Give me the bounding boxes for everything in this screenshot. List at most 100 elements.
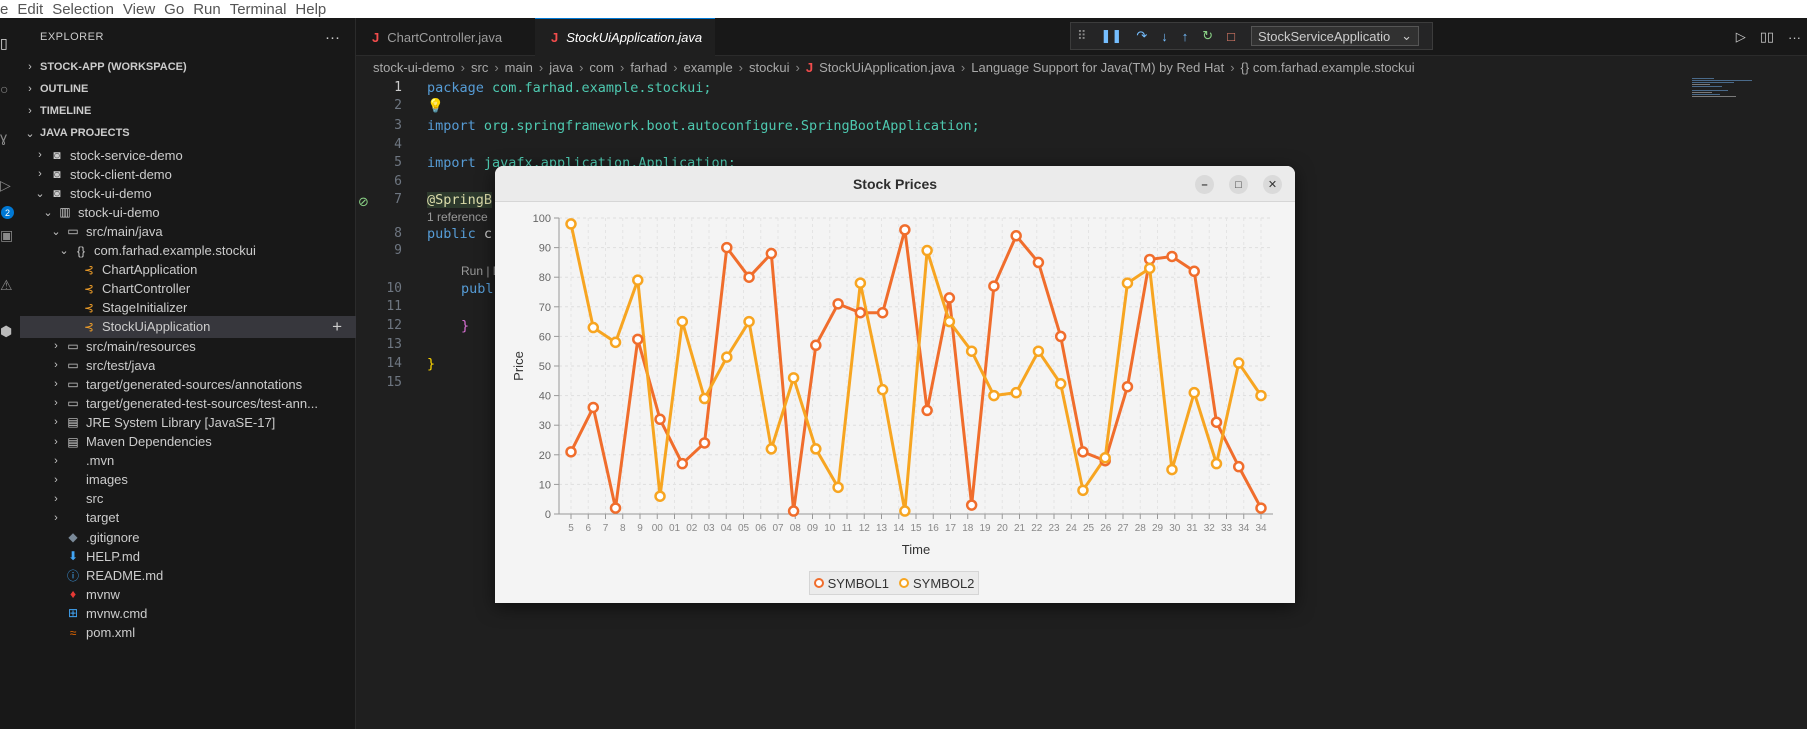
no-breakpoint-icon[interactable]: ⊘ bbox=[358, 194, 369, 210]
codelens-references[interactable]: 1 reference bbox=[427, 210, 488, 224]
files-icon[interactable]: ▯ bbox=[0, 34, 14, 52]
section-timeline[interactable]: › TIMELINE bbox=[20, 100, 356, 122]
data-point bbox=[1099, 452, 1111, 464]
testing-icon[interactable]: ⚠ bbox=[0, 276, 14, 294]
section-outline[interactable]: › OUTLINE bbox=[20, 78, 356, 100]
drag-handle-icon[interactable]: ⠿ bbox=[1077, 28, 1087, 44]
breadcrumb-item[interactable]: src bbox=[471, 60, 488, 75]
line-number: 15 bbox=[386, 375, 402, 390]
menu-selection[interactable]: Selection bbox=[52, 1, 114, 18]
window-titlebar[interactable]: Stock Prices – □ ✕ bbox=[495, 166, 1295, 202]
keyword: publ bbox=[461, 281, 494, 297]
breadcrumb-item[interactable]: StockUiApplication.java bbox=[819, 60, 955, 75]
breadcrumb-item[interactable]: farhad bbox=[630, 60, 667, 75]
line-number: 11 bbox=[386, 299, 402, 314]
pause-icon[interactable]: ❚❚ bbox=[1101, 28, 1123, 44]
stop-icon[interactable]: □ bbox=[1227, 29, 1235, 44]
line-number: 9 bbox=[394, 243, 402, 258]
tab-chart-controller[interactable]: J ChartController.java bbox=[356, 18, 524, 56]
breadcrumb-item[interactable]: com bbox=[589, 60, 614, 75]
breadcrumb-item[interactable]: java bbox=[549, 60, 573, 75]
minimap[interactable] bbox=[1692, 78, 1807, 729]
legend-marker bbox=[899, 578, 909, 588]
chevron-right-icon[interactable]: › bbox=[48, 474, 64, 486]
data-point bbox=[765, 443, 778, 455]
chevron-down-icon[interactable]: ⌄ bbox=[32, 187, 48, 200]
y-tick-label: 60 bbox=[539, 331, 551, 343]
data-point bbox=[721, 241, 733, 254]
java-projects-icon[interactable]: ⬢ bbox=[0, 322, 14, 340]
section-workspace[interactable]: › STOCK-APP (WORKSPACE) bbox=[20, 56, 356, 78]
minimap-line bbox=[1692, 86, 1722, 87]
chevron-right-icon[interactable]: › bbox=[48, 359, 64, 371]
minimap-line bbox=[1692, 80, 1752, 81]
breadcrumb-item[interactable]: {} com.farhad.example.stockui bbox=[1241, 60, 1415, 75]
breadcrumb-item[interactable]: example bbox=[684, 60, 733, 75]
keyword: public bbox=[427, 226, 476, 242]
chevron-right-icon[interactable]: › bbox=[48, 397, 64, 409]
tree-item-label: StockUiApplication bbox=[102, 319, 211, 335]
chevron-right-icon[interactable]: › bbox=[48, 340, 64, 352]
section-java-projects[interactable]: ⌄ JAVA PROJECTS bbox=[20, 122, 356, 144]
more-actions-icon[interactable]: ··· bbox=[325, 29, 340, 46]
breadcrumb-item[interactable]: Language Support for Java(TM) by Red Hat bbox=[971, 60, 1224, 75]
chevron-right-icon[interactable]: › bbox=[48, 512, 64, 524]
y-tick-label: 100 bbox=[533, 213, 551, 225]
step-out-icon[interactable]: ↑ bbox=[1182, 29, 1189, 44]
chevron-down-icon[interactable]: ⌄ bbox=[40, 206, 56, 219]
step-over-icon[interactable]: ↷ bbox=[1136, 28, 1147, 44]
data-point bbox=[832, 481, 844, 494]
search-icon[interactable]: ○ bbox=[0, 80, 14, 98]
menu-go[interactable]: Go bbox=[164, 1, 184, 18]
chevron-down-icon: ⌄ bbox=[1401, 28, 1412, 43]
restart-icon[interactable]: ↻ bbox=[1202, 28, 1213, 44]
chevron-right-icon[interactable]: › bbox=[48, 455, 64, 467]
minimap-line bbox=[1692, 96, 1736, 97]
more-icon[interactable]: ··· bbox=[1788, 30, 1801, 45]
chevron-right-icon[interactable]: › bbox=[48, 493, 64, 505]
tree-item-label: stock-client-demo bbox=[70, 166, 172, 182]
data-point bbox=[943, 292, 956, 304]
x-tick-label: 19 bbox=[979, 523, 991, 534]
run-icon[interactable]: ▷ bbox=[1736, 29, 1746, 45]
menu-view[interactable]: View bbox=[123, 1, 155, 18]
menu-terminal[interactable]: Terminal bbox=[230, 1, 287, 18]
close-button[interactable]: ✕ bbox=[1263, 175, 1282, 194]
menu-file[interactable]: e bbox=[0, 1, 8, 18]
chevron-right-icon[interactable]: › bbox=[48, 416, 64, 428]
source-control-icon[interactable]: ɣ bbox=[0, 128, 14, 146]
x-tick-label: 16 bbox=[928, 523, 940, 534]
breadcrumb-item[interactable]: stock-ui-demo bbox=[373, 60, 455, 75]
maximize-button[interactable]: □ bbox=[1229, 175, 1248, 194]
debug-config-select[interactable]: StockServiceApplicatio ⌄ bbox=[1251, 26, 1419, 46]
minimize-button[interactable]: – bbox=[1195, 175, 1214, 194]
module-icon: ▥ bbox=[59, 205, 71, 220]
x-tick-label: 25 bbox=[1083, 523, 1095, 534]
chevron-right-icon[interactable]: › bbox=[32, 149, 48, 161]
git-icon: ◆ bbox=[68, 530, 78, 544]
data-point bbox=[1054, 378, 1067, 390]
menu-help[interactable]: Help bbox=[295, 1, 326, 18]
menu-run[interactable]: Run bbox=[193, 1, 221, 18]
minimap-line bbox=[1692, 92, 1712, 93]
line-number: 10 bbox=[386, 281, 402, 296]
split-editor-icon[interactable]: ▯▯ bbox=[1760, 29, 1774, 45]
package-icon: {} bbox=[76, 243, 85, 258]
step-into-icon[interactable]: ↓ bbox=[1161, 29, 1168, 44]
data-point bbox=[1121, 380, 1134, 393]
tree-item-label: src bbox=[86, 491, 104, 507]
chevron-down-icon[interactable]: ⌄ bbox=[56, 244, 72, 257]
lightbulb-icon[interactable]: 💡 bbox=[427, 98, 444, 114]
chevron-down-icon[interactable]: ⌄ bbox=[48, 225, 64, 238]
menu-edit[interactable]: Edit bbox=[17, 1, 43, 18]
breadcrumb-item[interactable]: main bbox=[505, 60, 533, 75]
chevron-right-icon[interactable]: › bbox=[48, 378, 64, 390]
extensions-icon[interactable]: ▣ bbox=[0, 226, 14, 244]
tree-item[interactable]: ≈ pom.xml bbox=[20, 622, 356, 644]
tab-stock-ui-application[interactable]: J StockUiApplication.java bbox=[535, 18, 715, 56]
run-debug-icon[interactable]: ▷ bbox=[0, 176, 14, 194]
breadcrumb-item[interactable]: stockui bbox=[749, 60, 789, 75]
chevron-right-icon[interactable]: › bbox=[32, 168, 48, 180]
data-point bbox=[1010, 386, 1022, 399]
chevron-right-icon[interactable]: › bbox=[48, 436, 64, 448]
